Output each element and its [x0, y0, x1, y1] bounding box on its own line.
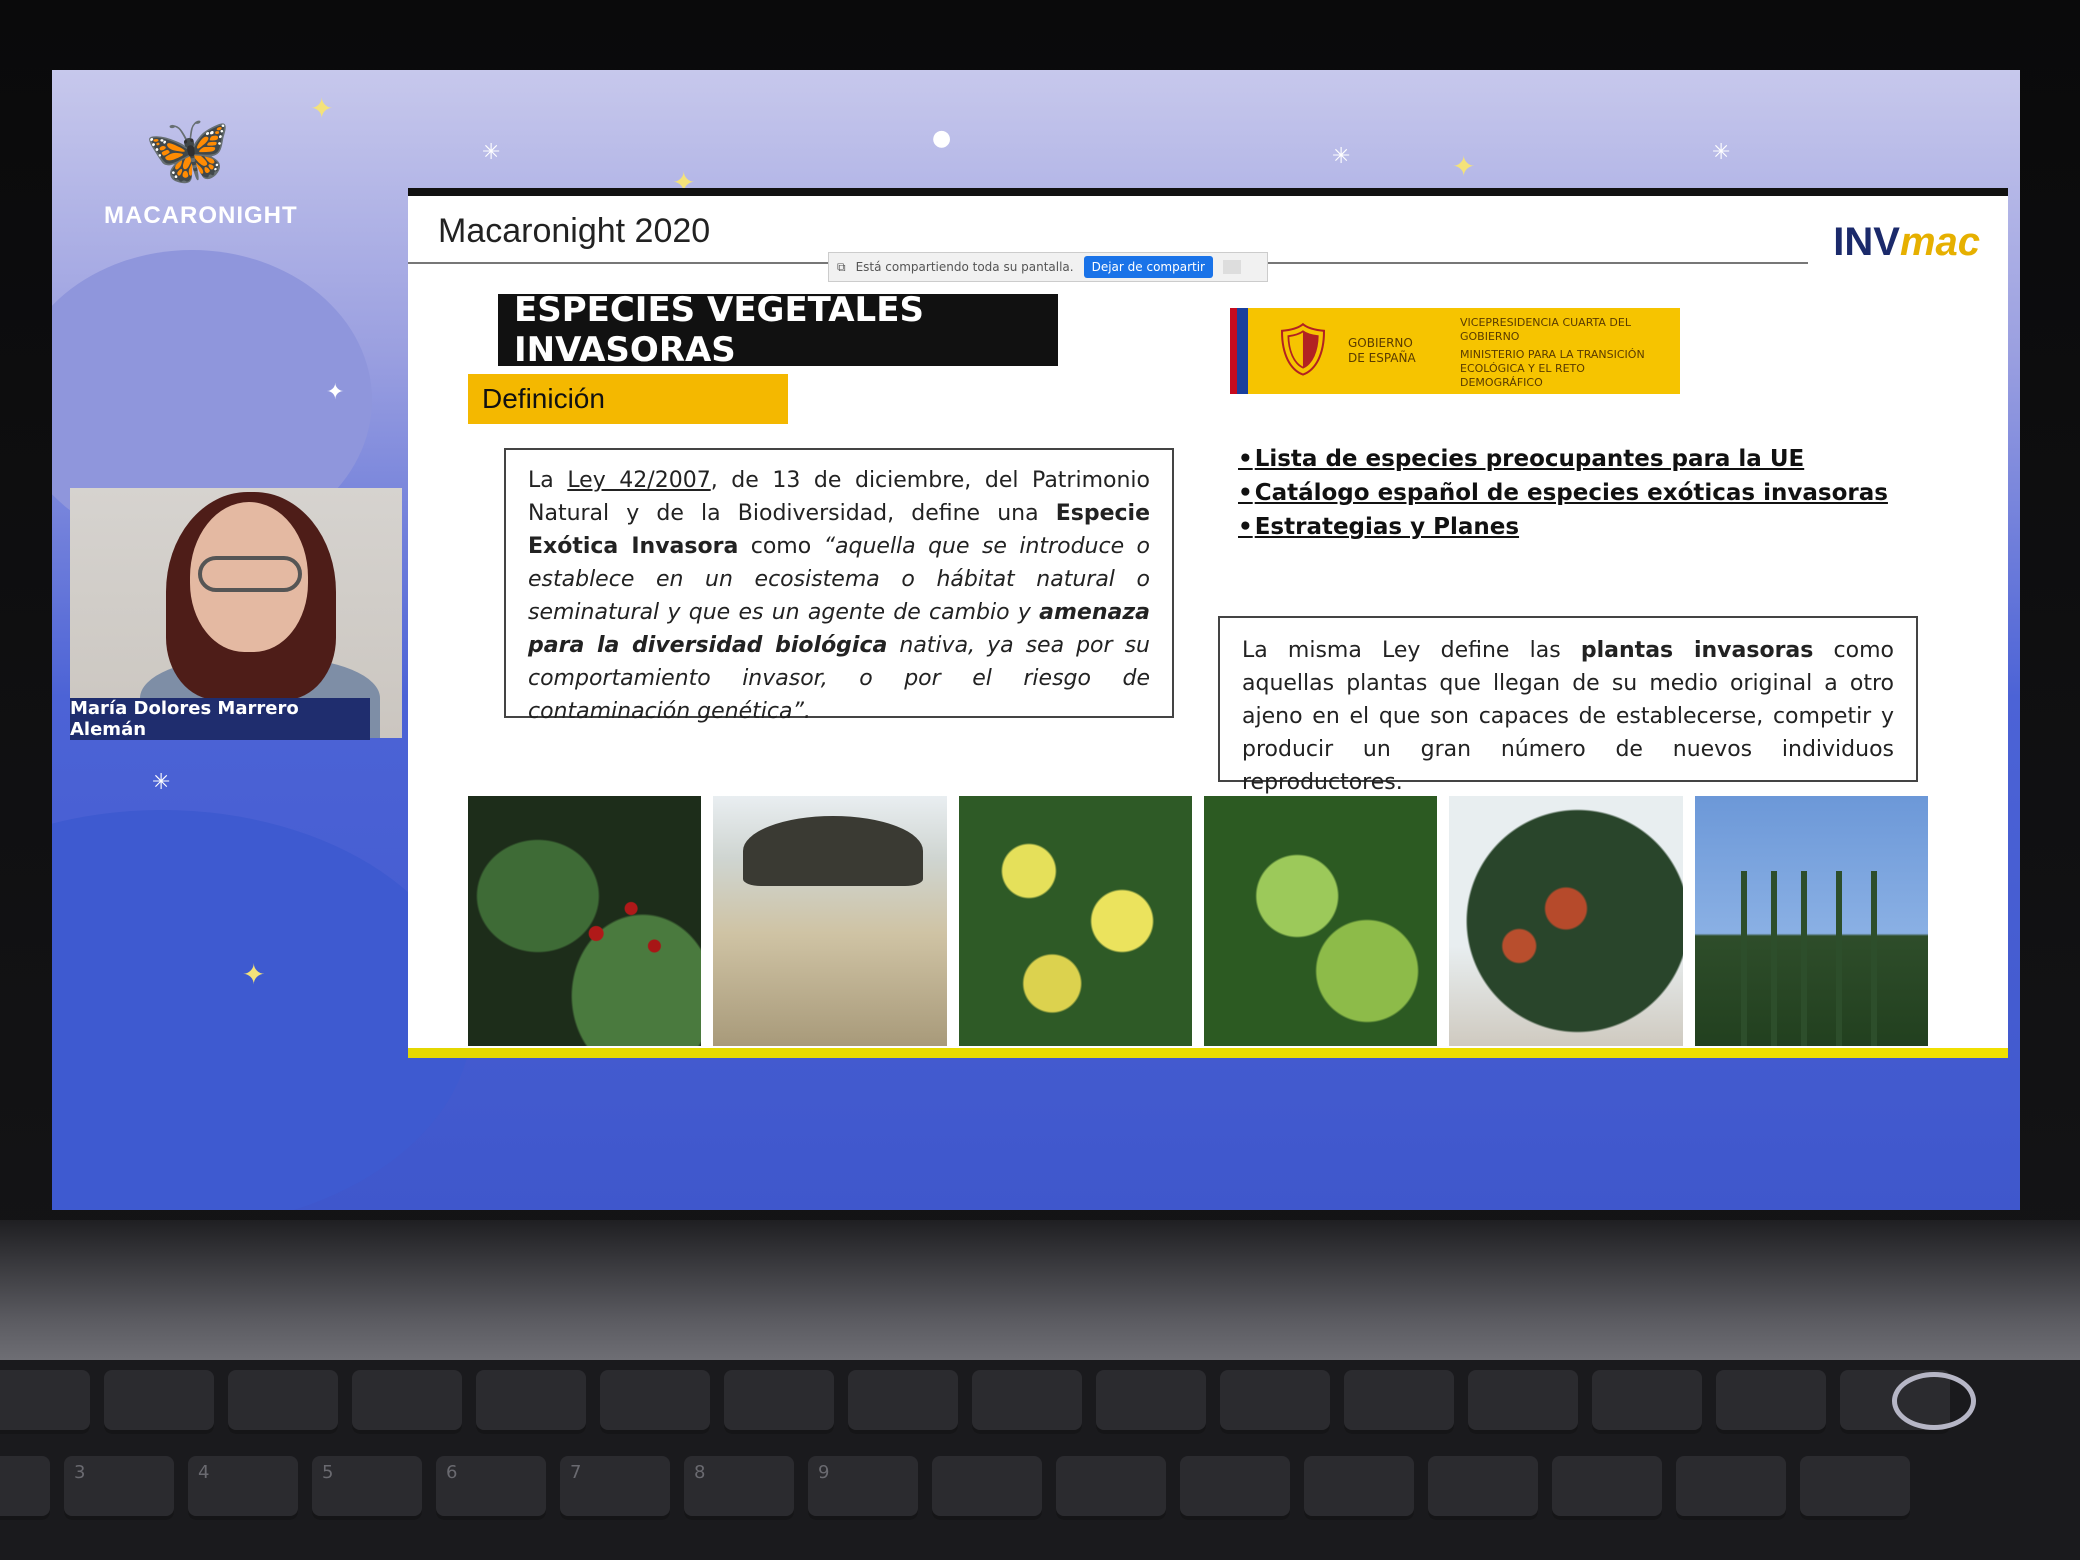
key[interactable] — [228, 1370, 338, 1434]
section-title: ESPECIES VEGETALES INVASORAS — [498, 290, 1058, 370]
presentation-slide: Macaronight 2020 INVmac ⧉ Está compartie… — [408, 188, 2008, 1058]
gov-vicepresidency: VICEPRESIDENCIA CUARTA DEL GOBIERNO — [1460, 316, 1631, 343]
key[interactable] — [0, 1370, 90, 1434]
plants-term: plantas invasoras — [1580, 638, 1814, 663]
star-decoration: ✦ — [326, 380, 345, 405]
key[interactable] — [1716, 1370, 1826, 1434]
star-decoration: ✦ — [1452, 150, 1476, 183]
key[interactable] — [724, 1370, 834, 1434]
key[interactable] — [1800, 1456, 1910, 1520]
star-decoration: ✦ — [310, 92, 334, 125]
stop-sharing-button[interactable]: Dejar de compartir — [1083, 256, 1213, 278]
key[interactable] — [1180, 1456, 1290, 1520]
key[interactable]: 4 — [188, 1456, 298, 1520]
gobierno-espana-logo: 🛡 GOBIERNO DE ESPAÑA VICEPRESIDENCIA CUA… — [1230, 308, 1680, 394]
key-row-2: 2 3 4 5 6 7 8 9 — [0, 1456, 2020, 1526]
logo-part-inv: INV — [1833, 220, 1900, 264]
photo-giant-reed — [1694, 796, 1928, 1046]
key[interactable]: 2 — [0, 1456, 50, 1520]
key-row-1 — [0, 1370, 2060, 1440]
definition-text: como — [738, 534, 824, 559]
key[interactable] — [1592, 1370, 1702, 1434]
macaronight-logo: 🦋 MACARONIGHT — [104, 109, 298, 250]
glasses-icon — [198, 556, 302, 592]
coat-of-arms-icon: 🛡 — [1270, 320, 1337, 380]
photo-acacia — [958, 796, 1192, 1046]
plants-text: La misma Ley define las — [1242, 638, 1581, 663]
key[interactable]: 9 — [808, 1456, 918, 1520]
star-decoration: ✳ — [152, 770, 171, 795]
share-window-icon: ⧉ — [837, 259, 846, 274]
key[interactable] — [352, 1370, 462, 1434]
brand-name: MACARONIGHT — [104, 202, 298, 229]
star-decoration: ✳ — [482, 140, 501, 165]
key[interactable] — [972, 1370, 1082, 1434]
gov-ministry: VICEPRESIDENCIA CUARTA DEL GOBIERNO MINI… — [1460, 316, 1670, 390]
key[interactable] — [1468, 1370, 1578, 1434]
star-decoration: ✳ — [1712, 140, 1731, 165]
link-estrategias-planes[interactable]: Estrategias y Planes — [1238, 510, 1888, 544]
plant-photo-strip — [468, 796, 1928, 1046]
star-decoration: ✦ — [242, 958, 266, 991]
law-link[interactable]: Ley 42/2007 — [567, 468, 710, 493]
key[interactable] — [1096, 1370, 1206, 1434]
key[interactable]: 3 — [64, 1456, 174, 1520]
key[interactable] — [600, 1370, 710, 1434]
screen: ✦ ✳ ● ✦ ✳ ✦ ✳ ✦ ✳ ✦ 🦋 MACARONIGHT María … — [52, 70, 2020, 1210]
key[interactable] — [1344, 1370, 1454, 1434]
definition-text: La — [528, 468, 568, 493]
participant-name: María Dolores Marrero Alemán — [70, 698, 370, 740]
minimize-icon[interactable] — [1222, 260, 1241, 274]
key[interactable] — [476, 1370, 586, 1434]
screen-share-bar: ⧉ Está compartiendo toda su pantalla. De… — [828, 252, 1268, 282]
star-decoration: ● — [932, 126, 952, 151]
photo-fountain-grass — [713, 796, 947, 1046]
power-button[interactable] — [1892, 1372, 1976, 1430]
key[interactable] — [1220, 1370, 1330, 1434]
key[interactable] — [1552, 1456, 1662, 1520]
butterfly-icon: 🦋 — [144, 109, 232, 191]
share-message: Está compartiendo toda su pantalla. — [855, 260, 1074, 274]
photo-green-shrub — [1203, 796, 1438, 1046]
definition-label: Definición — [468, 374, 788, 424]
key[interactable] — [1676, 1456, 1786, 1520]
key[interactable] — [1304, 1456, 1414, 1520]
key[interactable] — [104, 1370, 214, 1434]
photo-prickly-pear — [468, 796, 702, 1046]
plants-definition-box: La misma Ley define las plantas invasora… — [1218, 616, 1918, 795]
spain-flag-icon — [1230, 308, 1248, 394]
gov-ministry-name: MINISTERIO PARA LA TRANSICIÓN ECOLÓGICA … — [1460, 348, 1645, 389]
key[interactable]: 8 — [684, 1456, 794, 1520]
key[interactable] — [1056, 1456, 1166, 1520]
logo-part-mac: mac — [1899, 220, 1980, 264]
invmac-logo: INVmac — [1833, 220, 1980, 265]
link-lista-especies-ue[interactable]: Lista de especies preocupantes para la U… — [1238, 442, 1888, 476]
definition-box: La Ley 42/2007, de 13 de diciembre, del … — [504, 448, 1174, 724]
slide-title: Macaronight 2020 — [438, 212, 711, 250]
star-decoration: ✳ — [1332, 144, 1351, 169]
keyboard: 2 3 4 5 6 7 8 9 — [0, 1360, 2080, 1560]
key[interactable]: 7 — [560, 1456, 670, 1520]
gov-name: GOBIERNO DE ESPAÑA — [1348, 336, 1416, 365]
photo-flowering-tree — [1449, 796, 1683, 1046]
key[interactable] — [848, 1370, 958, 1434]
key[interactable] — [932, 1456, 1042, 1520]
key[interactable]: 6 — [436, 1456, 546, 1520]
slide-footer-bar — [408, 1048, 2008, 1058]
link-catalogo-espanol[interactable]: Catálogo español de especies exóticas in… — [1238, 476, 1888, 510]
resource-links: Lista de especies preocupantes para la U… — [1238, 442, 1888, 544]
key[interactable]: 5 — [312, 1456, 422, 1520]
key[interactable] — [1428, 1456, 1538, 1520]
